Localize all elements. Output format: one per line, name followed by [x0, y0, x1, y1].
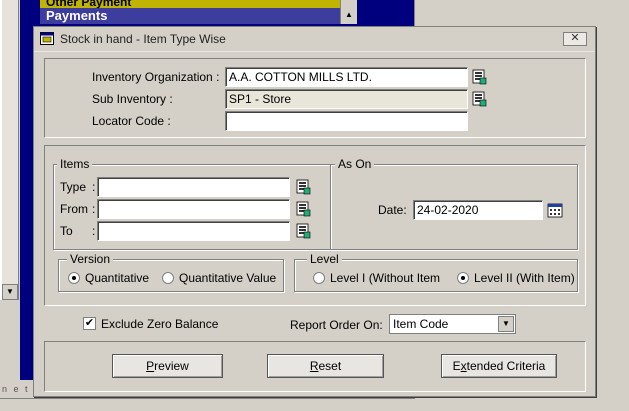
locator-code-field[interactable]: [225, 111, 468, 131]
from-colon: :: [92, 202, 96, 216]
preview-button[interactable]: Preview: [112, 354, 223, 378]
level-group: Level Level I (Without Item Level II (Wi…: [294, 252, 578, 292]
to-lov-icon[interactable]: [295, 223, 311, 239]
button-panel: Preview Reset Extended Criteria: [44, 341, 586, 392]
extended-criteria-prefix: E: [452, 359, 461, 373]
date-label: Date:: [378, 203, 407, 217]
level-one-label[interactable]: Level I (Without Item: [330, 271, 440, 285]
inventory-org-lov-icon[interactable]: [471, 69, 487, 85]
type-label: Type: [60, 180, 87, 194]
menu-item-other-payment[interactable]: Other Payment: [40, 0, 340, 8]
inventory-org-field[interactable]: A.A. COTTON MILLS LTD.: [225, 67, 468, 87]
title-bar[interactable]: Stock in hand - Item Type Wise ✕: [34, 27, 595, 52]
type-lov-icon[interactable]: [295, 179, 311, 195]
extended-criteria-label: tended Criteria: [466, 359, 546, 373]
calendar-icon[interactable]: [547, 202, 563, 218]
version-quantitative-radio[interactable]: [68, 272, 80, 284]
exclude-zero-label[interactable]: Exclude Zero Balance: [101, 317, 218, 331]
level-two-radio[interactable]: [457, 272, 469, 284]
from-lov-icon[interactable]: [295, 201, 311, 217]
preview-label: review: [154, 359, 189, 373]
extended-criteria-button[interactable]: Extended Criteria: [441, 354, 557, 378]
date-field[interactable]: 24-02-2020: [413, 200, 543, 220]
preview-accel: P: [146, 359, 155, 373]
sub-inventory-label: Sub Inventory :: [92, 92, 173, 106]
to-label: To: [60, 224, 73, 238]
level-two-label[interactable]: Level II (With Item): [474, 271, 575, 285]
locator-code-label: Locator Code :: [92, 114, 171, 128]
left-list-pane: ▼: [0, 0, 19, 300]
from-field[interactable]: [97, 199, 290, 219]
as-on-legend: As On: [335, 157, 375, 171]
menu-list: Other Payment Payments: [40, 0, 340, 24]
from-label: From: [60, 202, 88, 216]
reset-label: eset: [318, 359, 342, 373]
items-legend: Items: [57, 157, 93, 171]
version-legend: Version: [67, 252, 114, 266]
chevron-down-icon[interactable]: ▼: [498, 316, 514, 332]
sub-inventory-lov-icon[interactable]: [471, 91, 487, 107]
to-field[interactable]: [97, 221, 290, 241]
type-colon: :: [92, 180, 96, 194]
header-panel: Inventory Organization : A.A. COTTON MIL…: [44, 58, 586, 138]
version-group: Version Quantitative Quantitative Value: [58, 252, 284, 292]
sub-inventory-field[interactable]: SP1 - Store: [225, 89, 468, 109]
type-field[interactable]: [97, 177, 290, 197]
menu-item-payments[interactable]: Payments: [40, 8, 340, 24]
report-order-label: Report Order On:: [290, 318, 383, 332]
inventory-org-label: Inventory Organization :: [92, 70, 220, 84]
window-icon: [40, 32, 54, 45]
level-legend: Level: [307, 252, 342, 266]
as-on-group: As On Date: 24-02-2020: [330, 157, 578, 250]
criteria-panel: Items Type : From : To : As On Date: 24-…: [44, 145, 586, 306]
items-group: Items Type : From : To :: [53, 157, 331, 250]
version-quantitative-value-label[interactable]: Quantitative Value: [179, 271, 276, 285]
report-order-select[interactable]: Item Code ▼: [389, 314, 516, 334]
menu-scroll-up-arrow-icon[interactable]: ▲: [340, 0, 357, 24]
report-order-value: Item Code: [393, 317, 449, 331]
close-button[interactable]: ✕: [563, 32, 587, 46]
version-quantitative-label[interactable]: Quantitative: [85, 271, 149, 285]
scroll-down-arrow-icon[interactable]: ▼: [2, 284, 18, 300]
stock-in-hand-dialog: Stock in hand - Item Type Wise ✕ Invento…: [33, 26, 596, 397]
level-one-radio[interactable]: [313, 272, 325, 284]
left-scrollbar[interactable]: ▼: [2, 0, 18, 300]
dialog-title: Stock in hand - Item Type Wise: [60, 32, 226, 46]
reset-button[interactable]: Reset: [267, 354, 384, 378]
exclude-zero-checkbox[interactable]: ✔: [83, 317, 96, 330]
version-quantitative-value-radio[interactable]: [162, 272, 174, 284]
to-colon: :: [92, 224, 96, 238]
footer-text: n e t: [2, 384, 30, 394]
